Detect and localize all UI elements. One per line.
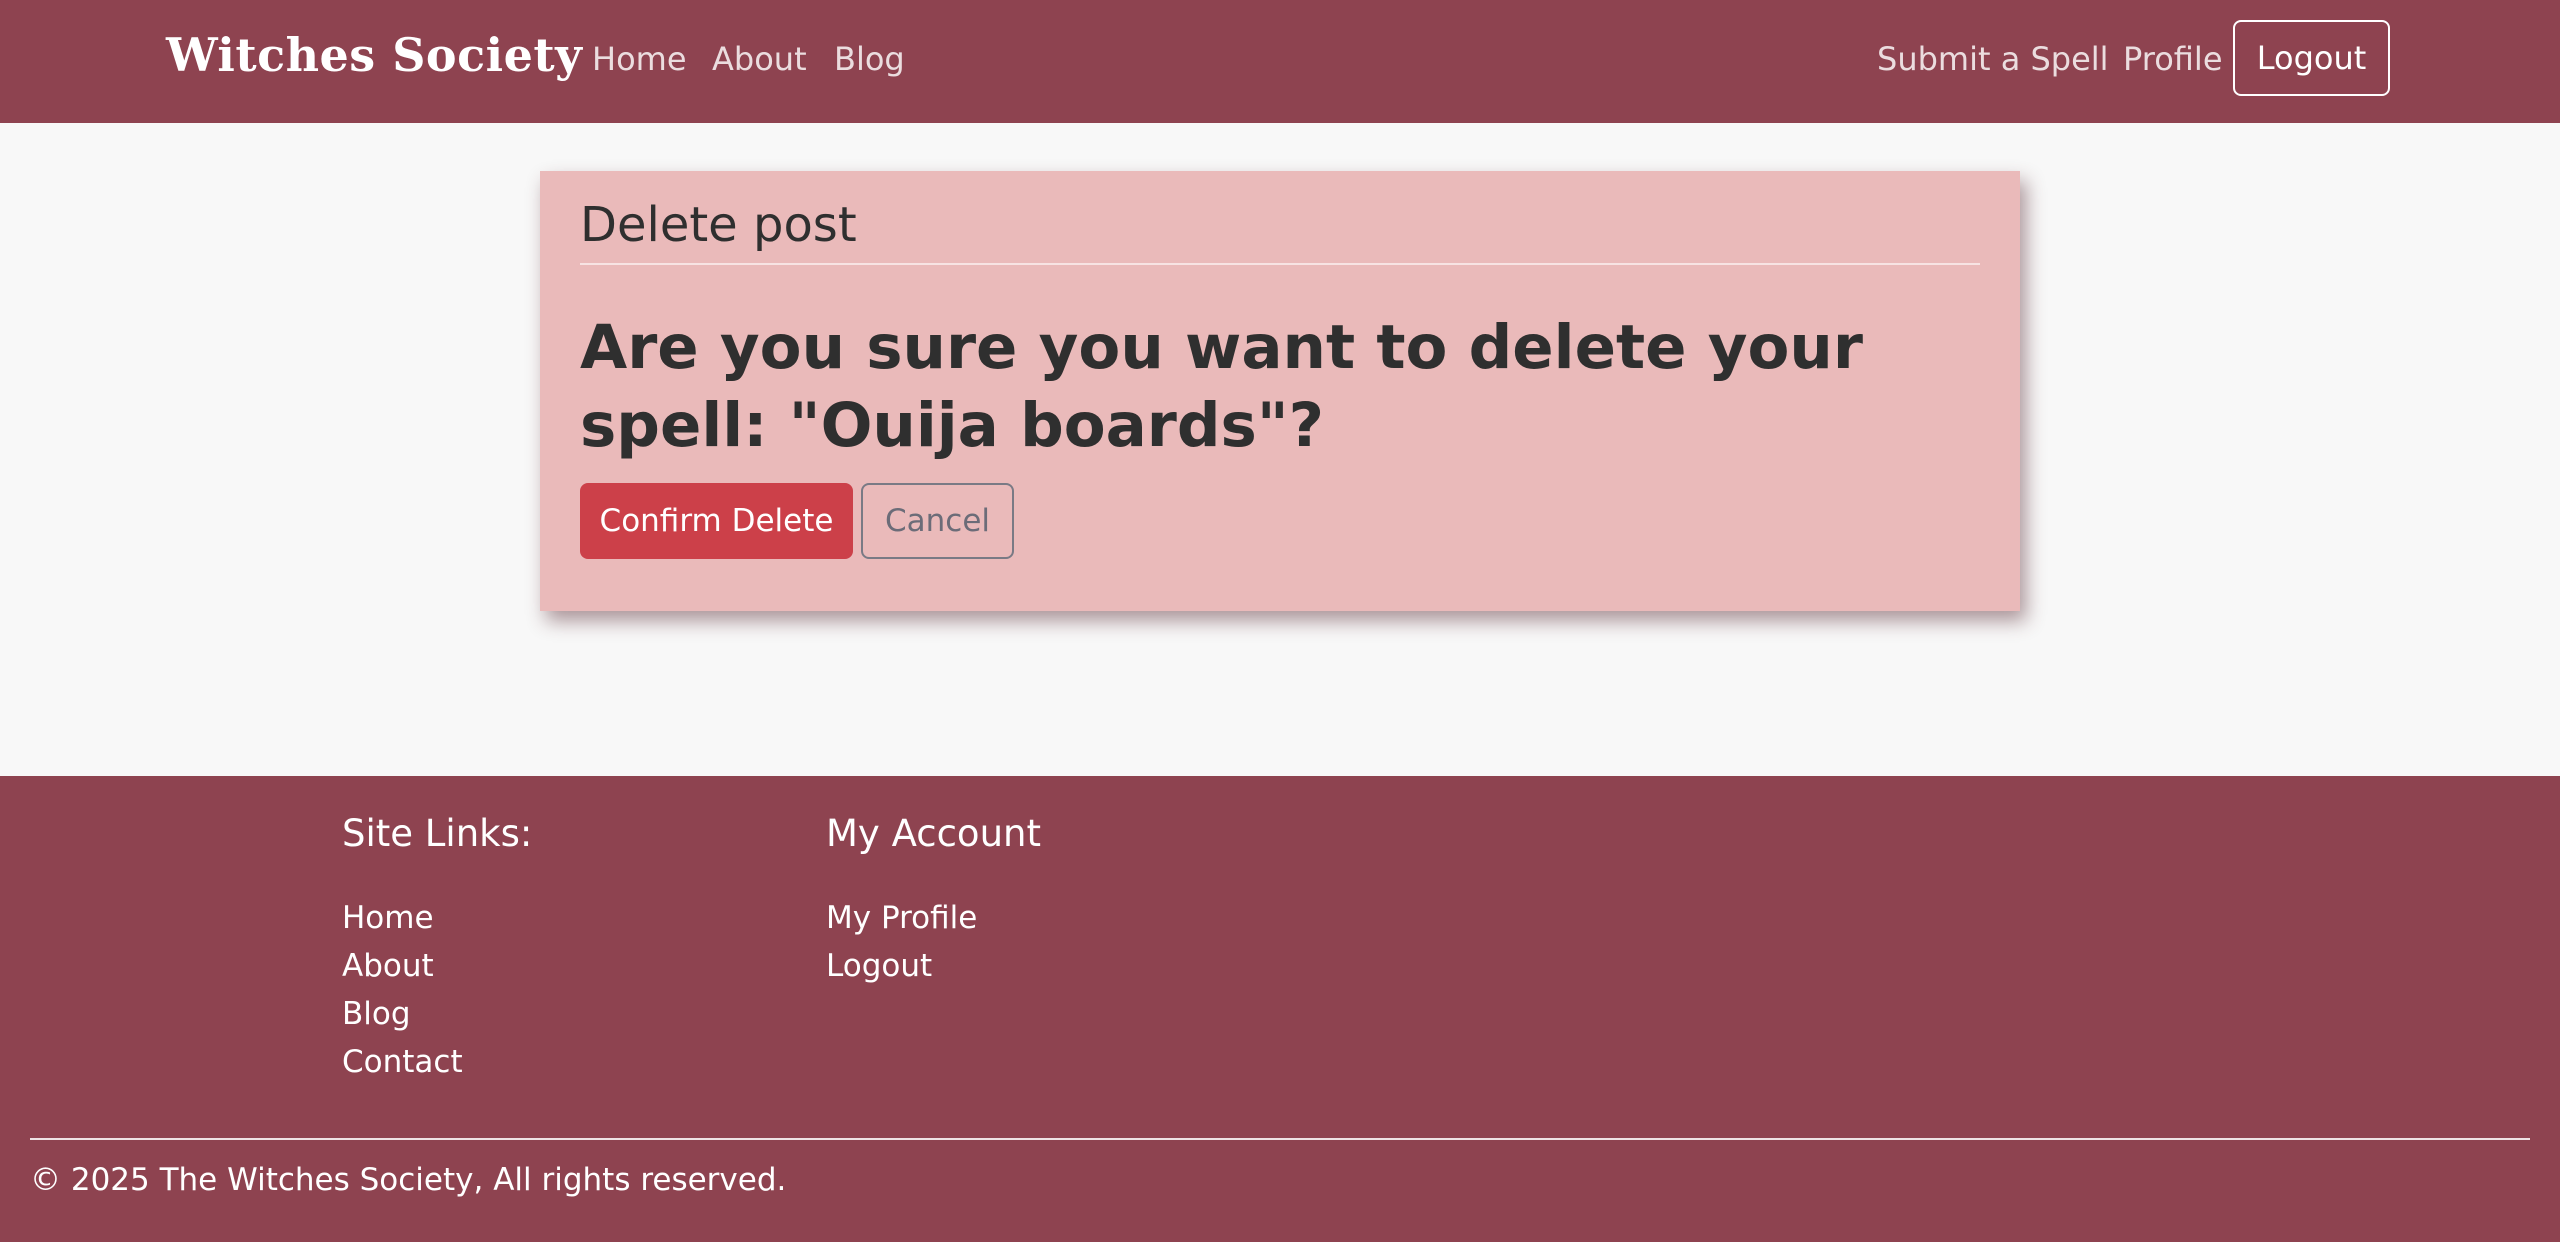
footer-site-links-heading: Site Links: <box>342 812 533 855</box>
top-navbar: Witches Society Home About Blog Submit a… <box>0 0 2560 123</box>
delete-confirmation-question: Are you sure you want to delete your spe… <box>580 312 1863 461</box>
footer-link-blog[interactable]: Blog <box>342 996 411 1032</box>
site-footer: Site Links: Home About Blog Contact My A… <box>0 776 2560 1242</box>
nav-home-link[interactable]: Home <box>592 40 687 78</box>
card-title: Delete post <box>580 197 857 253</box>
footer-account-heading: My Account <box>826 812 1041 855</box>
nav-blog-link[interactable]: Blog <box>834 40 905 78</box>
footer-link-contact[interactable]: Contact <box>342 1044 463 1080</box>
footer-link-logout[interactable]: Logout <box>826 948 932 984</box>
nav-profile-link[interactable]: Profile <box>2123 40 2223 78</box>
cancel-button[interactable]: Cancel <box>861 483 1014 559</box>
delete-post-card: Delete post Are you sure you want to del… <box>540 171 2020 611</box>
footer-divider <box>30 1138 2530 1140</box>
footer-link-my-profile[interactable]: My Profile <box>826 900 977 936</box>
nav-about-link[interactable]: About <box>712 40 807 78</box>
footer-link-about[interactable]: About <box>342 948 434 984</box>
logout-button[interactable]: Logout <box>2233 20 2390 96</box>
card-divider <box>580 263 1980 265</box>
nav-submit-spell-link[interactable]: Submit a Spell <box>1877 40 2109 78</box>
site-logo[interactable]: Witches Society <box>166 28 582 82</box>
copyright-text: © 2025 The Witches Society, All rights r… <box>30 1162 787 1198</box>
footer-link-home[interactable]: Home <box>342 900 434 936</box>
confirm-delete-button[interactable]: Confirm Delete <box>580 483 853 559</box>
